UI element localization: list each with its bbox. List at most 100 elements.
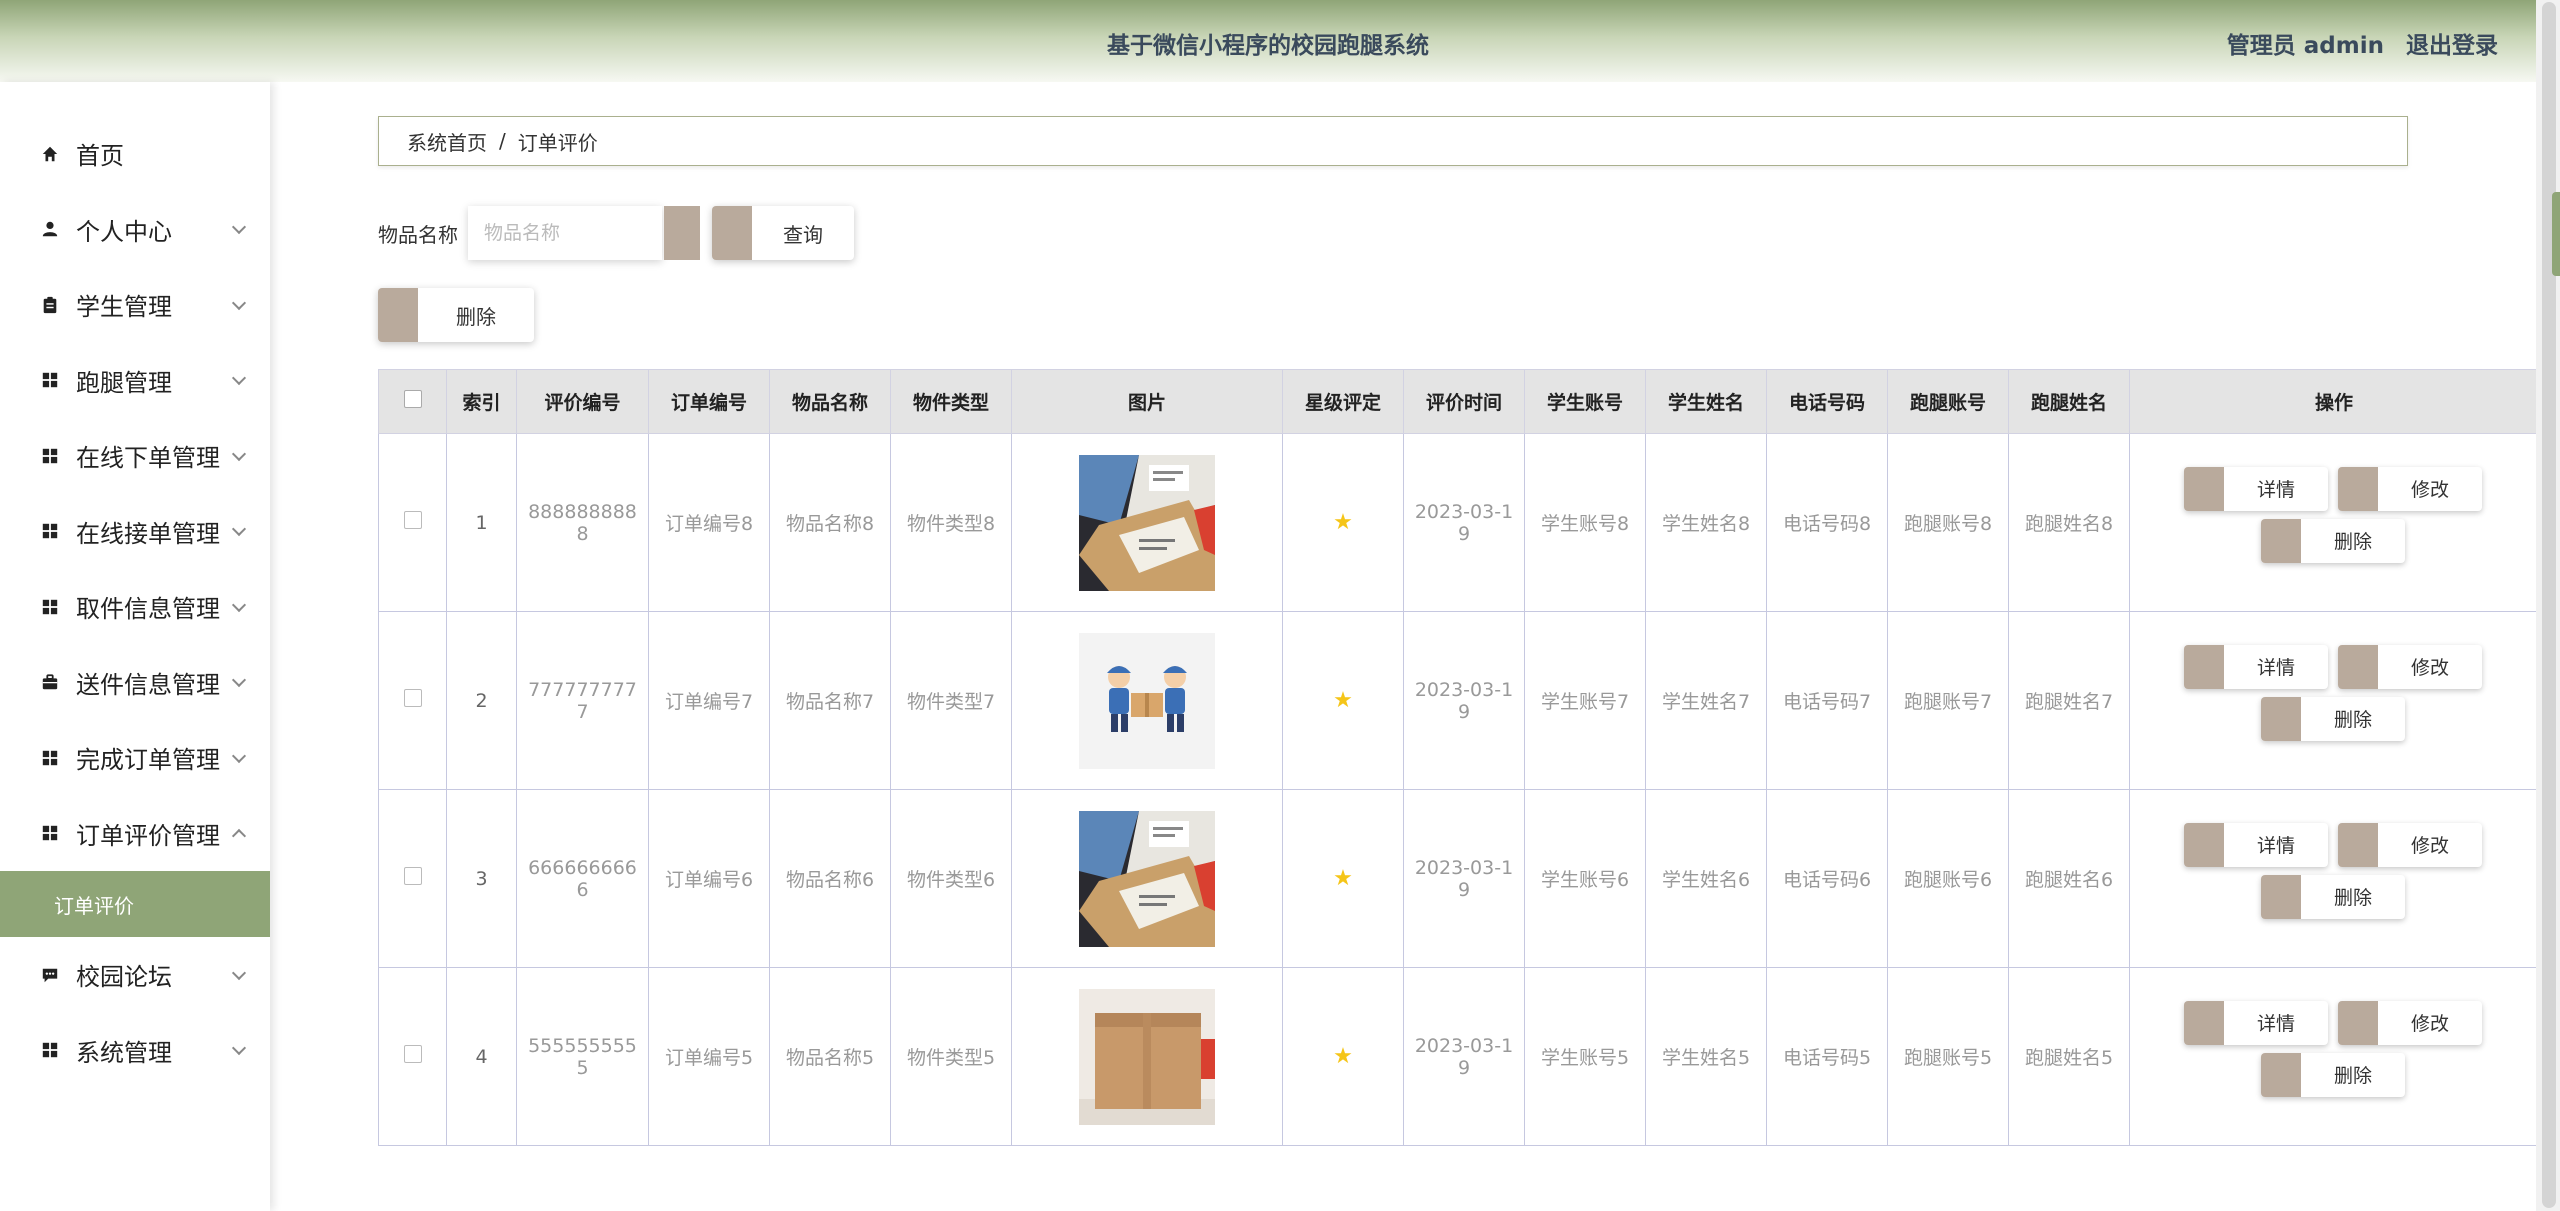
sidebar: 首页个人中心学生管理跑腿管理在线下单管理 在线接单管理取件信息管理送件信息管理完成… [0, 82, 270, 1211]
column-header: 学生账号 [1524, 369, 1646, 434]
chevron-up-icon [231, 829, 247, 844]
select-all-cell [378, 369, 447, 434]
logout-link[interactable]: 退出登录 [2406, 33, 2498, 59]
sidebar-item-10[interactable]: 订单评价管理 [0, 796, 270, 872]
button-color-block [2338, 466, 2378, 511]
cell-index: 1 [446, 433, 517, 612]
row-select-cell [378, 611, 447, 790]
edit-button[interactable]: 修改 [2338, 466, 2482, 511]
app-title: 基于微信小程序的校园跑腿系统 [1107, 33, 1429, 59]
button-color-block [378, 288, 418, 342]
column-header: 星级评定 [1282, 369, 1404, 434]
cell-item-name: 物品名称8 [769, 433, 891, 612]
delete-button[interactable]: 删除 [2261, 696, 2405, 741]
column-header: 物件类型 [890, 369, 1012, 434]
cell-item-name: 物品名称5 [769, 967, 891, 1146]
rating-cell: ★ [1282, 789, 1404, 968]
sidebar-item-label: 取件信息管理 [76, 595, 220, 624]
row-select-cell [378, 967, 447, 1146]
sidebar-item-3[interactable]: 学生管理 [0, 267, 270, 343]
image-cell [1011, 433, 1283, 612]
column-header: 电话号码 [1766, 369, 1888, 434]
select-all-checkbox[interactable] [403, 390, 422, 408]
table-row: 4 5555555555 订单编号5 物品名称5 物件类型5 ★ 2023-03-19 学生账… [378, 967, 2538, 1146]
cell-index: 2 [446, 611, 517, 790]
detail-button-label: 详情 [2256, 657, 2295, 679]
detail-button[interactable]: 详情 [2184, 466, 2328, 511]
detail-button-label: 详情 [2256, 835, 2295, 857]
grid-icon [40, 446, 60, 466]
sidebar-item-4[interactable]: 跑腿管理 [0, 343, 270, 419]
delete-button[interactable]: 删除 [2261, 518, 2405, 563]
cell-student-name: 学生姓名6 [1645, 789, 1767, 968]
row-checkbox[interactable] [403, 867, 422, 885]
chevron-down-icon [231, 295, 247, 310]
edit-button[interactable]: 修改 [2338, 822, 2482, 867]
delete-button[interactable]: 删除 [2261, 1052, 2405, 1097]
cell-order-no: 订单编号7 [648, 611, 770, 790]
sidebar-item-label: 跑腿管理 [76, 368, 172, 397]
query-button[interactable]: 查询 [712, 206, 854, 260]
batch-delete-button[interactable]: 删除 [378, 288, 534, 342]
row-actions: 详情 修改删除 [2138, 809, 2530, 949]
delete-button-label: 删除 [2333, 531, 2372, 553]
sidebar-item-6[interactable]: 在线接单管理 [0, 494, 270, 570]
search-label: 物品名称 [378, 222, 458, 247]
column-header: 索引 [446, 369, 517, 434]
column-header: 跑腿账号 [1887, 369, 2009, 434]
sidebar-item-8[interactable]: 送件信息管理 [0, 645, 270, 721]
parcels-photo [1079, 454, 1215, 591]
row-checkbox[interactable] [403, 689, 422, 707]
button-color-block [2261, 874, 2301, 919]
delete-button-label: 删除 [2333, 1065, 2372, 1087]
sidebar-item-11[interactable]: 校园论坛 [0, 937, 270, 1013]
actions-cell: 详情 修改删除 [2129, 611, 2538, 790]
delete-button-label: 删除 [2333, 887, 2372, 909]
grid-icon [40, 1040, 60, 1060]
user-icon [40, 219, 60, 239]
sidebar-item-2[interactable]: 个人中心 [0, 192, 270, 268]
sidebar-item-label: 完成订单管理 [76, 746, 220, 775]
edit-button[interactable]: 修改 [2338, 1000, 2482, 1045]
edit-button[interactable]: 修改 [2338, 644, 2482, 689]
sidebar-item-5[interactable]: 在线下单管理 [0, 418, 270, 494]
page-scrollbar[interactable] [2536, 0, 2560, 1211]
detail-button[interactable]: 详情 [2184, 1000, 2328, 1045]
scrollbar-thumb[interactable] [2542, 2, 2556, 1208]
breadcrumb-home[interactable]: 系统首页 [407, 127, 487, 156]
cell-student-account: 学生账号8 [1524, 433, 1646, 612]
sidebar-item-12[interactable]: 系统管理 [0, 1013, 270, 1089]
sidebar-item-7[interactable]: 取件信息管理 [0, 569, 270, 645]
chevron-down-icon [231, 522, 247, 537]
sidebar-item-9[interactable]: 完成订单管理 [0, 720, 270, 796]
chevron-down-icon [231, 446, 247, 461]
cell-student-name: 学生姓名7 [1645, 611, 1767, 790]
detail-button[interactable]: 详情 [2184, 822, 2328, 867]
actions-cell: 详情 修改删除 [2129, 433, 2538, 612]
item-name-search-input[interactable] [468, 206, 662, 260]
rating-cell: ★ [1282, 967, 1404, 1146]
button-color-block [2184, 822, 2224, 867]
cell-order-no: 订单编号8 [648, 433, 770, 612]
grid-icon [40, 521, 60, 541]
cell-item-type: 物件类型7 [890, 611, 1012, 790]
row-actions: 详情 修改删除 [2138, 631, 2530, 771]
row-actions: 详情 修改删除 [2138, 453, 2530, 593]
table-row: 2 7777777777 订单编号7 物品名称7 物件类型7 ★ 2023-03-19 学生账… [378, 611, 2538, 790]
delete-button[interactable]: 删除 [2261, 874, 2405, 919]
delete-button-label: 删除 [2333, 709, 2372, 731]
cell-student-account: 学生账号6 [1524, 789, 1646, 968]
detail-button[interactable]: 详情 [2184, 644, 2328, 689]
cell-runner-name: 跑腿姓名8 [2008, 433, 2130, 612]
sidebar-item-label: 个人中心 [76, 217, 172, 246]
column-header: 评价时间 [1403, 369, 1525, 434]
cell-runner-name: 跑腿姓名7 [2008, 611, 2130, 790]
row-checkbox[interactable] [403, 1045, 422, 1063]
submenu-item-order-review[interactable]: 订单评价 [0, 871, 270, 937]
row-select-cell [378, 433, 447, 612]
cell-runner-account: 跑腿账号7 [1887, 611, 2009, 790]
sidebar-item-label: 校园论坛 [76, 963, 172, 992]
cell-phone: 电话号码5 [1766, 967, 1888, 1146]
row-checkbox[interactable] [403, 511, 422, 529]
sidebar-item-1[interactable]: 首页 [0, 116, 270, 192]
